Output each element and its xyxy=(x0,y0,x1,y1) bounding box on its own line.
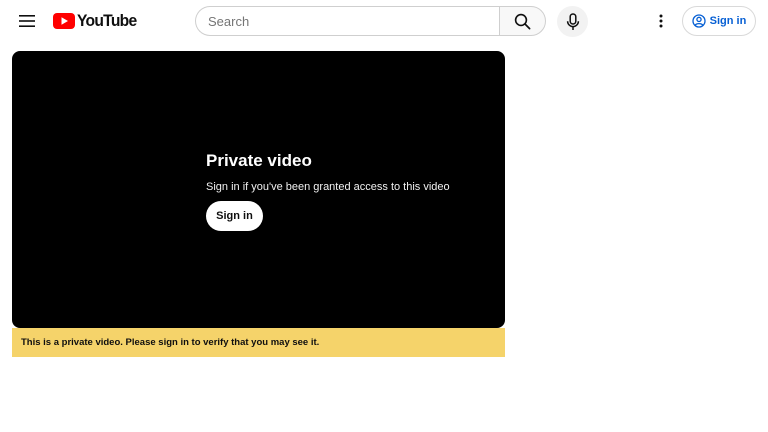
player-subtitle: Sign in if you've been granted access to… xyxy=(206,181,450,193)
private-video-message: Private video Sign in if you've been gra… xyxy=(206,151,450,231)
account-circle-icon xyxy=(692,14,706,28)
top-bar: YouTube Sign in xyxy=(0,0,768,42)
player-signin-button[interactable]: Sign in xyxy=(206,201,263,231)
private-video-notice: This is a private video. Please sign in … xyxy=(12,328,505,357)
search-icon xyxy=(514,13,531,29)
guide-menu-button[interactable] xyxy=(10,4,44,38)
search-button[interactable] xyxy=(499,6,546,36)
logo-text: YouTube xyxy=(77,11,137,30)
microphone-icon xyxy=(566,12,579,30)
voice-search-button[interactable] xyxy=(557,6,588,37)
header-signin-label: Sign in xyxy=(709,15,747,27)
youtube-logo-icon xyxy=(53,13,75,29)
search-box xyxy=(195,6,546,36)
settings-more-button[interactable] xyxy=(646,6,676,36)
more-vert-icon xyxy=(659,14,663,28)
player-title: Private video xyxy=(206,151,312,170)
video-player: Private video Sign in if you've been gra… xyxy=(12,51,505,328)
header-signin-button[interactable]: Sign in xyxy=(682,6,756,36)
search-input[interactable] xyxy=(195,6,499,36)
youtube-logo[interactable]: YouTube xyxy=(53,11,142,31)
menu-icon xyxy=(19,15,35,27)
